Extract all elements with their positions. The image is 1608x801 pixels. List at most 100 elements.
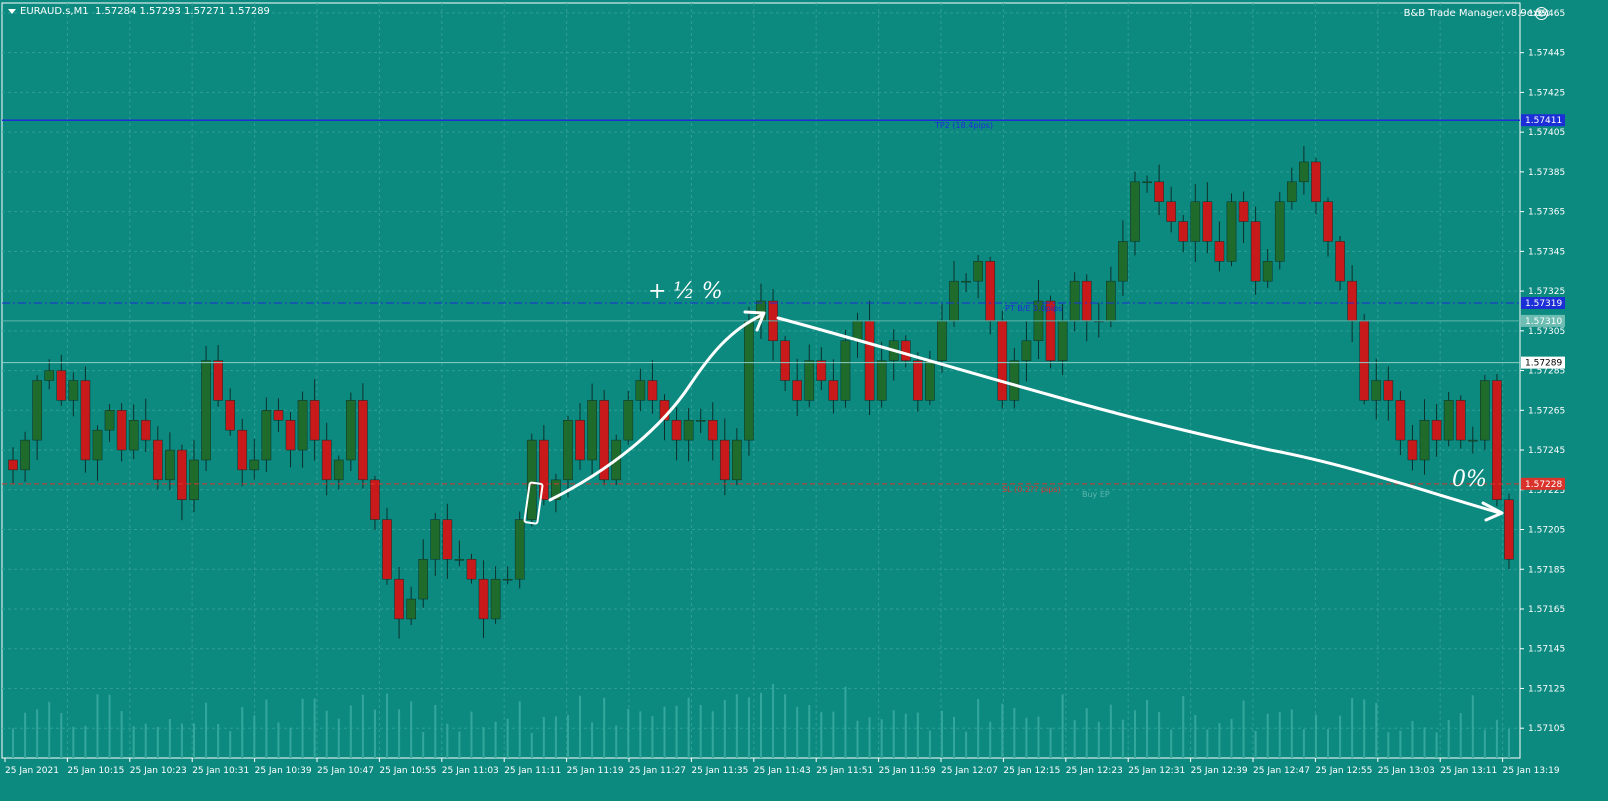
price-axis-label: 1.57425 xyxy=(1528,88,1565,98)
bull-candle xyxy=(1286,181,1297,202)
bear-candle xyxy=(370,479,380,520)
bear-candle xyxy=(152,439,163,481)
chart-window[interactable]: 1.57465 1.57445 1.57425 1.57405 1.57385 1.573… xyxy=(0,0,1608,801)
bull-candle xyxy=(949,280,959,322)
bull-candle xyxy=(1299,161,1309,183)
bear-candle xyxy=(358,400,368,481)
bear-candle xyxy=(1323,201,1333,242)
bear-candle xyxy=(382,519,392,580)
time-axis-label: 25 Jan 2021 xyxy=(5,766,59,776)
bull-candle xyxy=(695,419,706,422)
bull-candle xyxy=(1106,280,1116,322)
bear-candle xyxy=(80,380,91,461)
time-axis-label: 25 Jan 12:23 xyxy=(1066,766,1123,776)
bull-candle xyxy=(1190,201,1201,242)
bear-candle xyxy=(707,419,718,441)
bull-candle xyxy=(840,340,851,401)
bear-candle xyxy=(1431,419,1442,441)
time-axis-label: 25 Jan 10:39 xyxy=(255,766,312,776)
bear-candle xyxy=(575,419,585,461)
stoploss-label: SL (0.2?? pips) xyxy=(1002,485,1061,494)
collapse-triangle-icon[interactable] xyxy=(8,8,16,14)
time-axis-label: 25 Jan 10:15 xyxy=(67,766,124,776)
bear-candle xyxy=(864,320,875,401)
bear-candle xyxy=(816,360,827,381)
bear-candle xyxy=(1492,380,1502,500)
bear-candle xyxy=(1238,201,1249,222)
price-axis-label: 1.57365 xyxy=(1528,208,1565,218)
smiley-icon[interactable]: ☺ xyxy=(1535,7,1548,20)
bear-candle xyxy=(539,439,549,500)
up-arrow-stroke xyxy=(548,313,764,502)
price-axis-label: 1.57445 xyxy=(1528,49,1565,59)
price-axis-label: 1.57385 xyxy=(1528,168,1565,178)
bear-candle xyxy=(1455,400,1466,441)
bull-candle xyxy=(1130,181,1140,242)
bull-candle xyxy=(1274,201,1285,262)
bear-candle xyxy=(273,410,284,421)
price-axis-label: 1.57105 xyxy=(1528,724,1565,734)
bear-candle xyxy=(8,459,18,471)
time-axis-label: 25 Jan 12:55 xyxy=(1315,766,1372,776)
stoploss-price-box-text: 1.57228 xyxy=(1525,480,1562,490)
bull-candle xyxy=(490,578,501,620)
price-axis-label: 1.57125 xyxy=(1528,684,1565,694)
bull-candle xyxy=(1467,439,1478,442)
breakeven-price-box-text: 1.57319 xyxy=(1525,299,1562,309)
bull-candle xyxy=(804,360,815,401)
bull-candle xyxy=(1480,380,1490,441)
time-axis-label: 25 Jan 11:43 xyxy=(754,766,811,776)
bear-candle xyxy=(1178,221,1189,242)
price-chart[interactable]: 1.574651.574451.574251.574051.573851.573… xyxy=(0,0,1608,801)
price-axis-label: 1.57305 xyxy=(1528,327,1565,337)
bull-candle xyxy=(1057,320,1068,361)
time-axis-label: 25 Jan 11:59 xyxy=(879,766,936,776)
bull-candle xyxy=(165,449,175,481)
bull-candle xyxy=(1069,280,1080,322)
time-axis-label: 25 Jan 11:51 xyxy=(816,766,873,776)
time-axis-label: 25 Jan 10:31 xyxy=(192,766,249,776)
bear-candle xyxy=(1383,380,1394,401)
bull-candle xyxy=(732,439,742,481)
tp2-price-box-text: 1.57411 xyxy=(1525,116,1562,126)
bull-candle xyxy=(876,360,887,401)
order-label: Buy EP xyxy=(1082,490,1110,499)
bull-candle xyxy=(1118,241,1128,282)
bull-candle xyxy=(345,400,356,461)
bull-candle xyxy=(563,419,573,481)
bear-candle xyxy=(466,559,477,580)
time-axis-label: 25 Jan 12:31 xyxy=(1128,766,1185,776)
bull-candle xyxy=(1419,419,1430,461)
time-axis-label: 25 Jan 11:19 xyxy=(567,766,624,776)
time-axis-label: 25 Jan 10:47 xyxy=(317,766,374,776)
bear-candle xyxy=(1081,280,1092,322)
expert-advisor-name: B&B Trade Manager.v8.9exec xyxy=(1403,8,1550,19)
bear-candle xyxy=(442,519,453,560)
bear-candle xyxy=(140,419,151,441)
bear-candle xyxy=(177,449,187,500)
bull-candle xyxy=(514,519,525,580)
bear-candle xyxy=(647,380,658,401)
bull-candle xyxy=(587,400,597,461)
bear-candle xyxy=(116,410,127,451)
bull-candle xyxy=(1021,340,1032,361)
bull-candle xyxy=(249,459,260,471)
bull-candle xyxy=(297,400,308,451)
price-axis-label: 1.57185 xyxy=(1528,565,1565,575)
price-axis-label: 1.57245 xyxy=(1528,446,1565,456)
price-axis-label: 1.57205 xyxy=(1528,526,1565,536)
bear-candle xyxy=(309,400,320,441)
bear-candle xyxy=(1250,221,1261,282)
bear-candle xyxy=(997,320,1008,401)
bear-candle xyxy=(828,380,839,401)
bear-candle xyxy=(1407,439,1418,461)
bear-candle xyxy=(1395,400,1406,441)
bear-candle xyxy=(56,370,67,401)
time-axis-label: 25 Jan 10:23 xyxy=(130,766,187,776)
bull-candle xyxy=(744,320,754,441)
bear-candle xyxy=(1347,280,1357,322)
bull-candle xyxy=(189,459,199,500)
bull-candle xyxy=(1262,261,1273,282)
bull-candle xyxy=(92,429,103,461)
bear-candle xyxy=(1359,320,1370,401)
